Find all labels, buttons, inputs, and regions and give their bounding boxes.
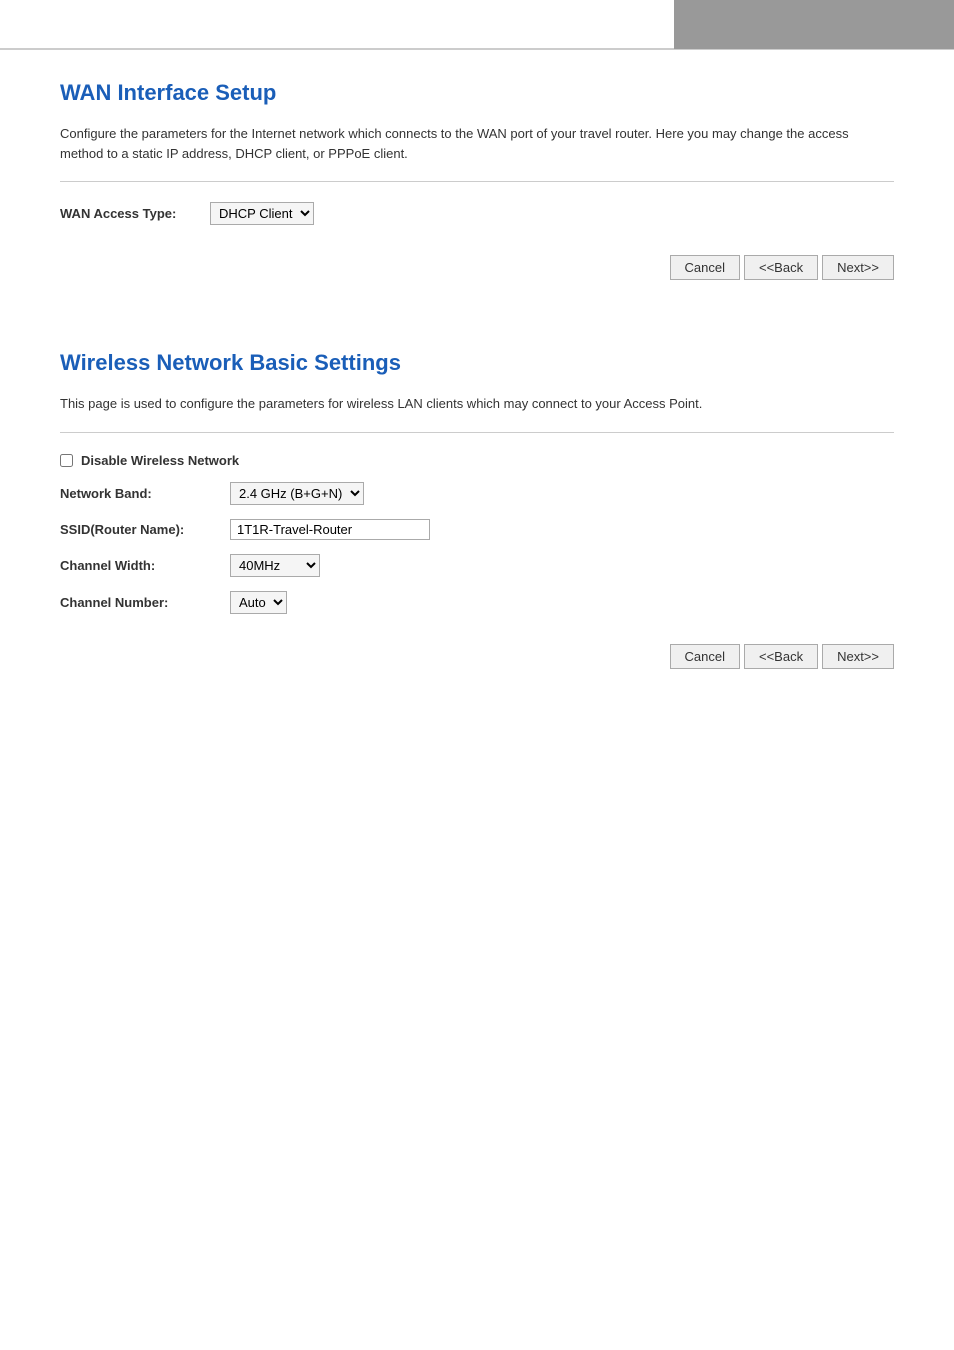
wireless-next-button[interactable]: Next>> xyxy=(822,644,894,669)
wireless-section-description: This page is used to configure the param… xyxy=(60,394,894,414)
wan-section-description: Configure the parameters for the Interne… xyxy=(60,124,894,163)
ssid-input[interactable] xyxy=(230,519,430,540)
wireless-back-button[interactable]: <<Back xyxy=(744,644,818,669)
wan-access-type-select[interactable]: DHCP Client Static IP PPPoE xyxy=(210,202,314,225)
wan-cancel-button[interactable]: Cancel xyxy=(670,255,740,280)
disable-wireless-checkbox[interactable] xyxy=(60,454,73,467)
network-band-label: Network Band: xyxy=(60,486,220,501)
channel-width-row: Channel Width: 40MHz 20MHz 20/40MHz xyxy=(60,554,894,577)
wan-access-type-label: WAN Access Type: xyxy=(60,206,200,221)
channel-number-row: Channel Number: Auto 1 2 3 4 5 6 7 8 9 1… xyxy=(60,591,894,614)
network-band-select[interactable]: 2.4 GHz (B+G+N) 5 GHz (A+N) xyxy=(230,482,364,505)
wireless-button-row: Cancel <<Back Next>> xyxy=(60,644,894,669)
channel-number-label: Channel Number: xyxy=(60,595,220,610)
disable-wireless-row: Disable Wireless Network xyxy=(60,453,894,468)
header xyxy=(0,0,954,50)
channel-width-label: Channel Width: xyxy=(60,558,220,573)
wireless-cancel-button[interactable]: Cancel xyxy=(670,644,740,669)
header-right-block xyxy=(674,0,954,49)
wireless-section-title: Wireless Network Basic Settings xyxy=(60,350,894,376)
wan-divider xyxy=(60,181,894,182)
channel-number-select[interactable]: Auto 1 2 3 4 5 6 7 8 9 10 11 xyxy=(230,591,287,614)
ssid-row: SSID(Router Name): xyxy=(60,519,894,540)
wan-section: WAN Interface Setup Configure the parame… xyxy=(0,50,954,320)
wan-back-button[interactable]: <<Back xyxy=(744,255,818,280)
disable-wireless-label: Disable Wireless Network xyxy=(81,453,239,468)
wireless-divider xyxy=(60,432,894,433)
wireless-section: Wireless Network Basic Settings This pag… xyxy=(0,320,954,709)
wan-button-row: Cancel <<Back Next>> xyxy=(60,255,894,280)
wan-section-title: WAN Interface Setup xyxy=(60,80,894,106)
network-band-row: Network Band: 2.4 GHz (B+G+N) 5 GHz (A+N… xyxy=(60,482,894,505)
wan-next-button[interactable]: Next>> xyxy=(822,255,894,280)
wan-access-type-row: WAN Access Type: DHCP Client Static IP P… xyxy=(60,202,894,225)
ssid-label: SSID(Router Name): xyxy=(60,522,220,537)
channel-width-select[interactable]: 40MHz 20MHz 20/40MHz xyxy=(230,554,320,577)
